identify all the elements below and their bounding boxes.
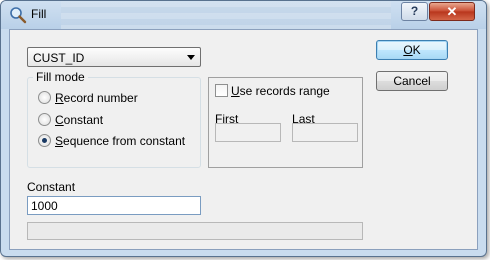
constant-label: Constant (27, 180, 76, 194)
last-field (292, 123, 358, 142)
use-records-range-label[interactable]: Use records range (231, 84, 330, 98)
radio-record-number-label: Record number (55, 91, 138, 105)
background-table-ghost (61, 1, 391, 29)
field-select[interactable]: CUST_ID (27, 47, 201, 67)
cancel-button[interactable]: Cancel (376, 71, 448, 91)
fill-dialog: Fill ? ✕ CUST_ID Fill mode Record number… (0, 0, 487, 257)
window-title: Fill (31, 7, 47, 21)
radio-sequence-from-constant-label: Sequence from constant (55, 134, 186, 148)
field-select-value: CUST_ID (33, 51, 85, 65)
records-range-panel: Use records range First Last (208, 77, 363, 168)
radio-sequence-from-constant-dot[interactable] (38, 134, 51, 147)
fill-mode-legend: Fill mode (33, 70, 88, 84)
fill-mode-group: Fill mode Record number Constant Sequenc… (27, 70, 201, 168)
use-records-range-checkbox[interactable] (215, 84, 228, 97)
ok-button[interactable]: OK (376, 40, 448, 60)
chevron-down-icon (187, 55, 195, 60)
fill-magnifier-icon (10, 7, 27, 24)
help-button[interactable]: ? (401, 2, 428, 21)
radio-constant-label: Constant (55, 113, 104, 127)
dialog-body: CUST_ID Fill mode Record number Constant… (9, 29, 478, 250)
radio-constant-dot[interactable] (38, 113, 51, 126)
title-bar[interactable]: Fill ? ✕ (1, 1, 486, 29)
constant-input[interactable] (27, 196, 201, 215)
progress-bar (27, 222, 363, 240)
close-button[interactable]: ✕ (429, 2, 475, 21)
radio-record-number-dot[interactable] (38, 91, 51, 104)
first-field (215, 123, 281, 142)
